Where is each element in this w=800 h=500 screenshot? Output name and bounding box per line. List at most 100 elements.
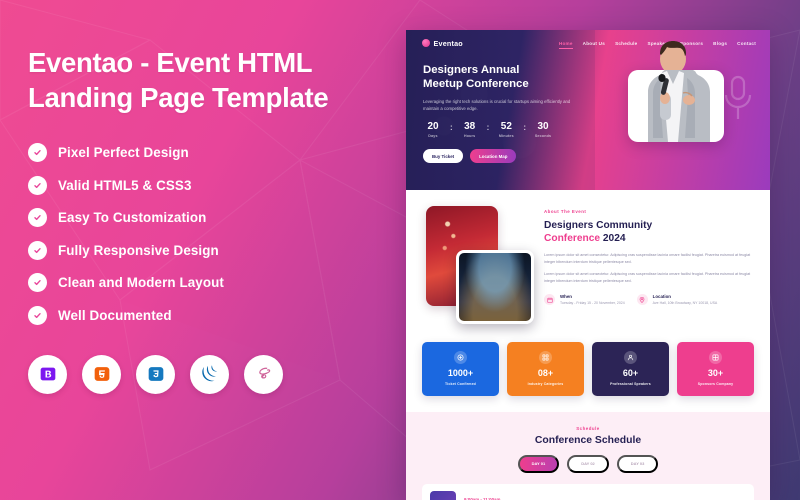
feature-label: Well Documented: [58, 307, 172, 323]
headline-line-1: Eventao - Event HTML: [28, 47, 313, 78]
feature-label: Easy To Customization: [58, 210, 207, 226]
brand-logo[interactable]: Eventao: [422, 39, 463, 48]
check-circle-icon: [28, 305, 47, 325]
nav-item-about-us[interactable]: About Us: [583, 41, 605, 46]
countdown-separator: :: [486, 122, 490, 132]
about-image-group: [422, 206, 534, 324]
hero-subtitle: Leveraging the right tech solutions is c…: [423, 98, 571, 112]
handshake-icon: [709, 351, 722, 364]
countdown-days-label: Days: [428, 134, 438, 139]
stat-label: Ticket Confirmed: [445, 381, 476, 386]
location-text: Ave Hall, 10th Broadway, NY 10018, USA: [652, 301, 718, 306]
jquery-icon: [190, 354, 229, 394]
check-circle-icon: [28, 273, 47, 293]
check-circle-icon: [28, 240, 47, 260]
countdown-seconds: 30 Seconds: [533, 120, 553, 139]
feature-label: Fully Responsive Design: [58, 242, 219, 258]
feature-list: Pixel Perfect Design Valid HTML5 & CSS3 …: [28, 143, 406, 325]
mockup-hero-section: Eventao Home About Us Schedule Speakers …: [406, 30, 770, 190]
stat-card-sponsors: 30+ Sponsors Company: [677, 342, 754, 396]
mockup-about-section: About The Event Designers Community Conf…: [406, 190, 770, 334]
schedule-eyebrow: Schedule: [576, 425, 600, 431]
calendar-icon: [544, 294, 555, 306]
mockup-navbar: Eventao Home About Us Schedule Speakers …: [406, 30, 770, 56]
countdown-days-value: 20: [427, 120, 439, 132]
hero-buttons: Buy Ticket Location Map: [423, 149, 606, 164]
countdown-seconds-value: 30: [537, 120, 549, 132]
tech-stack-row: [28, 354, 406, 394]
countdown-minutes-value: 52: [500, 120, 512, 132]
nav-item-contact[interactable]: Contact: [737, 41, 756, 46]
about-meta-row: When Tuesday - Friday 15 - 20 November, …: [544, 294, 754, 307]
list-item: Well Documented: [28, 305, 406, 325]
countdown-days: 20 Days: [423, 120, 443, 139]
when-title: When: [560, 294, 572, 300]
location-title: Location: [652, 294, 671, 300]
countdown-separator: :: [450, 122, 453, 132]
countdown-minutes: 52 Minutes: [496, 120, 516, 139]
about-text-block: About The Event Designers Community Conf…: [544, 206, 754, 324]
about-paragraph-2: Lorem ipsum dolor sit amet consectetur. …: [544, 271, 751, 284]
schedule-heading: Conference Schedule: [534, 434, 642, 446]
countdown-minutes-label: Minutes: [498, 134, 514, 139]
tab-day-01[interactable]: DAY 01: [517, 454, 560, 473]
hero-content: Designers Annual Meetup Conference Lever…: [406, 56, 606, 164]
countdown-timer: 20 Days : 38 Hours : 52 Minutes : 30 Sec…: [423, 120, 606, 139]
nav-item-home[interactable]: Home: [558, 41, 573, 49]
check-circle-icon: [28, 175, 47, 195]
tab-day-02[interactable]: DAY 02: [567, 454, 609, 473]
schedule-row-thumbnail: [430, 490, 456, 500]
logo-mark-icon: [422, 39, 430, 47]
feature-label: Clean and Modern Layout: [58, 275, 224, 291]
countdown-hours-label: Hours: [463, 134, 476, 139]
list-item: Pixel Perfect Design: [28, 143, 406, 163]
check-circle-icon: [28, 143, 47, 163]
event-location-block: Location Ave Hall, 10th Broadway, NY 100…: [636, 294, 718, 307]
schedule-row[interactable]: 9:00am - 11:00am: [422, 483, 754, 500]
grid-icon: [539, 351, 552, 364]
buy-ticket-button[interactable]: Buy Ticket: [423, 149, 464, 164]
mockup-schedule-section: Schedule Conference Schedule DAY 01 DAY …: [406, 411, 770, 500]
event-when-block: When Tuesday - Friday 15 - 20 November, …: [544, 294, 625, 307]
list-item: Clean and Modern Layout: [28, 273, 406, 293]
list-item: Valid HTML5 & CSS3: [28, 175, 406, 195]
about-eyebrow: About The Event: [544, 209, 587, 214]
feature-label: Valid HTML5 & CSS3: [58, 177, 192, 193]
feature-label: Pixel Perfect Design: [58, 145, 189, 161]
stat-value: 08+: [537, 368, 554, 378]
stat-value: 60+: [622, 368, 639, 378]
countdown-separator: :: [523, 122, 527, 132]
schedule-row-time: 9:00am - 11:00am: [464, 496, 501, 500]
stat-value: 30+: [707, 368, 724, 378]
headline-line-2: Landing Page Template: [28, 82, 329, 114]
check-circle-icon: [28, 208, 47, 228]
about-heading-year: 2024: [600, 233, 626, 245]
stat-label: Industry Categories: [527, 381, 564, 386]
promo-panel: Eventao - Event HTML Landing Page Templa…: [0, 0, 406, 500]
countdown-seconds-label: Seconds: [534, 134, 552, 139]
nav-item-schedule[interactable]: Schedule: [615, 41, 637, 46]
stat-value: 1000+: [447, 368, 474, 378]
location-map-button[interactable]: Location Map: [470, 149, 517, 164]
sass-icon: [244, 354, 283, 394]
about-heading-line-1: Designers Community: [544, 220, 653, 231]
countdown-hours: 38 Hours: [460, 121, 480, 139]
list-item: Easy To Customization: [28, 208, 406, 228]
hero-title: Designers Annual Meetup Conference: [423, 63, 606, 92]
mockup-stats-section: 1000+ Ticket Confirmed 08+ Industry Cate…: [406, 334, 770, 412]
nav-item-blogs[interactable]: Blogs: [713, 41, 727, 46]
bootstrap-icon: [28, 354, 67, 394]
conference-hall-photo: [456, 250, 534, 324]
ticket-icon: [454, 351, 467, 364]
stat-card-tickets: 1000+ Ticket Confirmed: [422, 342, 499, 396]
about-heading-highlight: Conference: [544, 233, 601, 245]
tab-day-03[interactable]: DAY 03: [616, 454, 659, 473]
stat-label: Professional Speakers: [610, 381, 651, 386]
speaker-photo: [648, 41, 710, 142]
about-heading: Designers Community Conference 2024: [544, 219, 754, 246]
website-mockup-preview: Eventao Home About Us Schedule Speakers …: [406, 30, 770, 500]
stat-card-categories: 08+ Industry Categories: [507, 342, 584, 396]
speaker-person-icon: [624, 351, 637, 364]
list-item: Fully Responsive Design: [28, 240, 406, 260]
schedule-day-tabs: DAY 01 DAY 02 DAY 03: [422, 454, 754, 473]
